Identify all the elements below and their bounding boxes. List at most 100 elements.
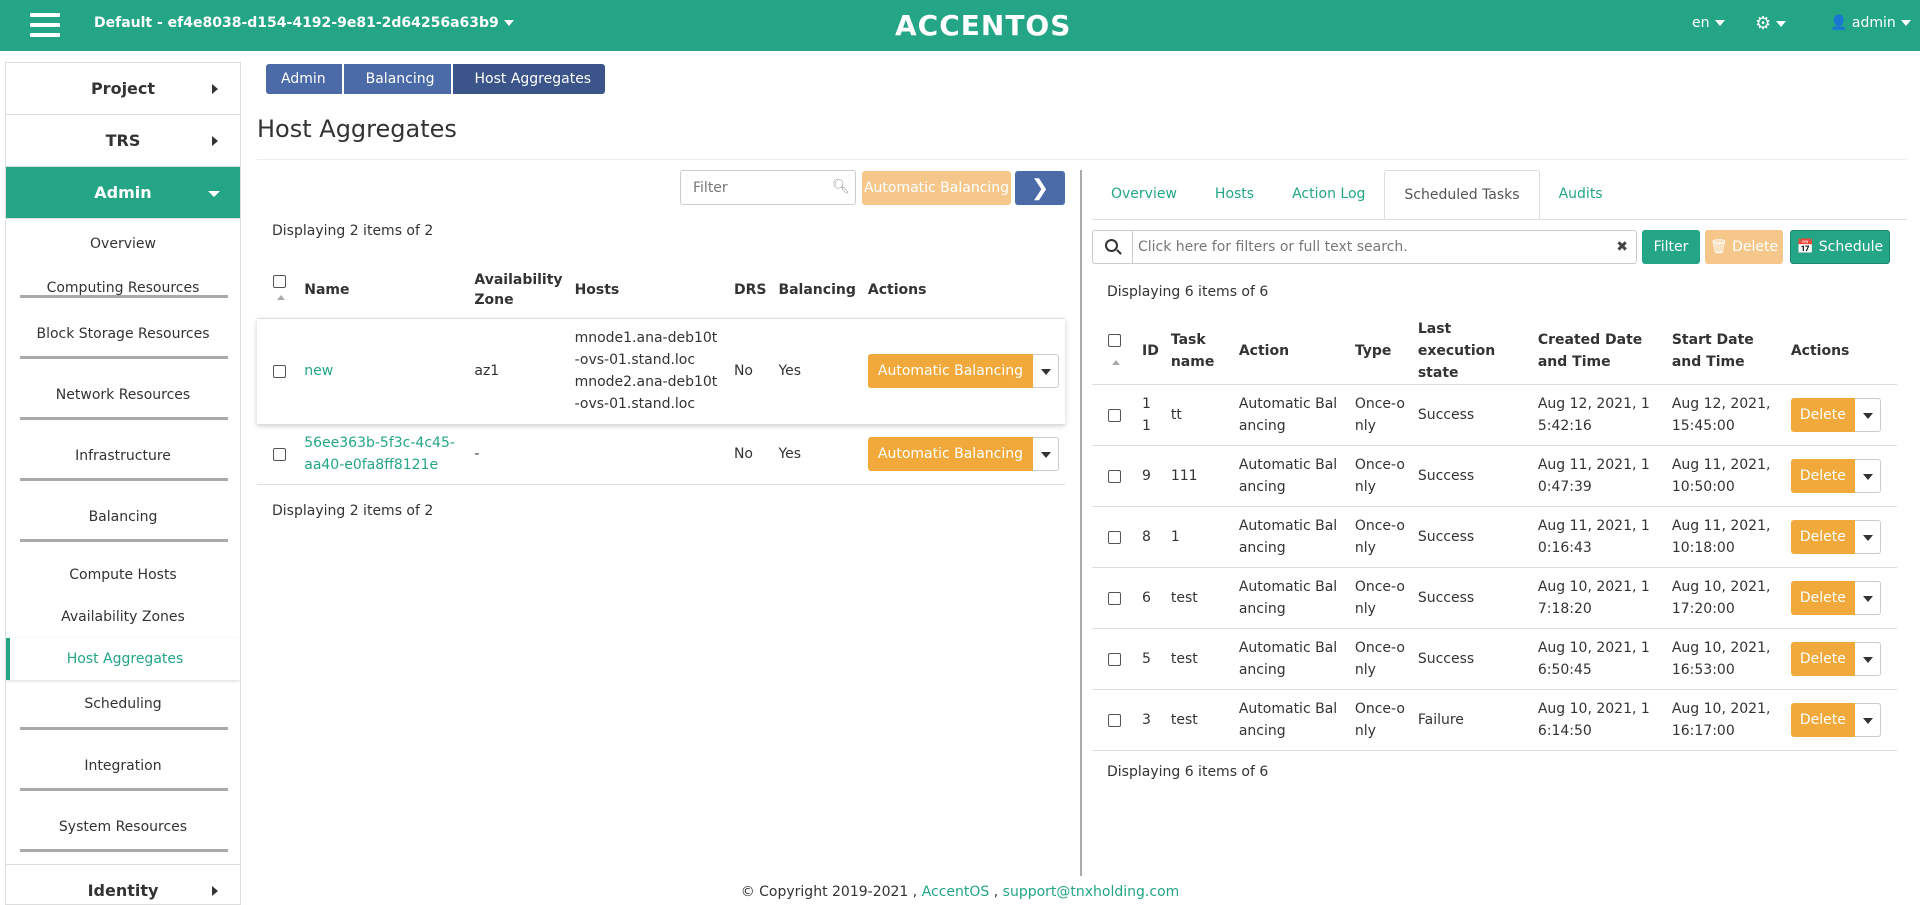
row-actions: Automatic Balancing <box>867 437 1059 471</box>
row-checkbox[interactable] <box>1108 530 1121 544</box>
chevron-down-icon <box>503 20 514 26</box>
sidebar: Project TRS Admin Overview Computing Res… <box>5 62 241 905</box>
row-checkbox[interactable] <box>1108 469 1121 483</box>
row-checkbox[interactable] <box>273 364 286 378</box>
hosts-cell <box>568 423 728 485</box>
sidebar-group-block-storage[interactable]: Block Storage Resources <box>6 300 240 361</box>
close-icon[interactable]: ✖ <box>1616 231 1628 263</box>
panel-divider[interactable] <box>1080 170 1082 876</box>
divider <box>1092 219 1907 220</box>
delete-button[interactable]: Delete <box>1790 642 1855 676</box>
column-header-name[interactable]: Name <box>298 262 468 318</box>
tab-scheduled-tasks[interactable]: Scheduled Tasks <box>1384 170 1540 220</box>
sidebar-item-label: Admin <box>94 183 152 202</box>
sidebar-group-integration[interactable]: Integration <box>6 732 240 793</box>
sidebar-item-label: Network Resources <box>55 387 191 403</box>
task-name-cell: test <box>1164 689 1233 751</box>
chevron-down-icon[interactable] <box>1033 437 1059 471</box>
automatic-balancing-button[interactable]: Automatic Balancing <box>867 354 1033 388</box>
host-entry: mnode2.ana-deb10t-ovs-01.stand.loc <box>574 374 718 412</box>
filter-input[interactable] <box>680 170 856 205</box>
type-cell: Once-only <box>1348 567 1412 629</box>
sidebar-item-trs[interactable]: TRS <box>6 115 240 167</box>
sidebar-group-system-resources[interactable]: System Resources <box>6 793 240 854</box>
tab-hosts[interactable]: Hosts <box>1196 170 1273 220</box>
sidebar-group-balancing[interactable]: Balancing <box>6 483 240 544</box>
az-cell: az1 <box>468 317 569 424</box>
schedule-button[interactable]: 📅 Schedule <box>1790 230 1890 264</box>
row-actions: Delete <box>1790 642 1881 676</box>
column-header-actions: Actions <box>867 281 927 298</box>
chevron-down-icon[interactable] <box>1854 581 1881 615</box>
row-checkbox[interactable] <box>1108 591 1121 605</box>
chevron-right-icon[interactable]: ❯ <box>1015 171 1065 205</box>
start-cell: Aug 10, 2021, 16:17:00 <box>1665 689 1785 751</box>
sidebar-item-admin[interactable]: Admin <box>6 167 240 219</box>
host-aggregates-table: Name Availability Zone Hosts DRS Balanci… <box>257 262 1065 485</box>
sidebar-item-project[interactable]: Project <box>6 63 240 115</box>
sidebar-group-infrastructure[interactable]: Infrastructure <box>6 422 240 483</box>
chevron-down-icon[interactable] <box>1854 398 1881 432</box>
chevron-down-icon[interactable] <box>1854 703 1881 737</box>
project-selector[interactable]: Default - ef4e8038-d154-4192-9e81-2d6425… <box>94 15 514 31</box>
delete-button[interactable]: Delete <box>1790 703 1855 737</box>
row-checkbox[interactable] <box>1108 652 1121 666</box>
row-checkbox[interactable] <box>1108 408 1121 422</box>
column-header-task-name[interactable]: Task name <box>1165 318 1233 385</box>
automatic-balancing-button[interactable]: Automatic Balancing <box>862 171 1011 205</box>
row-checkbox[interactable] <box>273 447 286 461</box>
sort-icon[interactable] <box>277 295 285 301</box>
column-header-start[interactable]: Start Date and Time <box>1666 318 1785 385</box>
delete-button[interactable]: Delete <box>1790 520 1855 554</box>
search-input[interactable]: Click here for filters or full text sear… <box>1092 230 1637 264</box>
search-icon: 🔍︎ <box>832 179 850 195</box>
chevron-down-icon[interactable] <box>1033 354 1059 388</box>
drs-cell: No <box>727 317 773 424</box>
delete-button[interactable]: Delete <box>1790 398 1855 432</box>
menu-icon[interactable] <box>30 13 60 37</box>
filter-button[interactable]: Filter <box>1642 230 1700 264</box>
chevron-down-icon[interactable] <box>1854 459 1881 493</box>
search-placeholder: Click here for filters or full text sear… <box>1138 239 1408 255</box>
user-menu[interactable]: 👤 admin <box>1830 15 1911 31</box>
sidebar-item-overview[interactable]: Overview <box>6 219 240 269</box>
aggregate-name-link[interactable]: 56ee363b-5f3c-4c45-aa40-e0fa8ff8121e <box>304 435 455 473</box>
sidebar-item-compute-hosts[interactable]: Compute Hosts <box>6 554 240 596</box>
sidebar-group-network[interactable]: Network Resources <box>6 361 240 422</box>
table-row: 8 1 Automatic Balancing Once-only Succes… <box>1092 506 1897 568</box>
row-actions: Delete <box>1790 520 1881 554</box>
host-entry: mnode1.ana-deb10t-ovs-01.stand.loc <box>574 330 718 368</box>
row-actions: Delete <box>1790 703 1881 737</box>
support-email-link[interactable]: support@tnxholding.com <box>1003 884 1180 900</box>
tab-overview[interactable]: Overview <box>1092 170 1196 220</box>
column-header-id[interactable]: ID <box>1136 318 1165 385</box>
delete-button[interactable]: Delete <box>1790 581 1855 615</box>
created-cell: Aug 11, 2021, 10:16:43 <box>1531 506 1666 568</box>
select-all-checkbox[interactable] <box>1108 333 1121 347</box>
tab-action-log[interactable]: Action Log <box>1273 170 1384 220</box>
breadcrumb-balancing[interactable]: Balancing <box>343 64 451 94</box>
sidebar-item-availability-zones[interactable]: Availability Zones <box>6 596 240 638</box>
tab-audits[interactable]: Audits <box>1540 170 1622 220</box>
automatic-balancing-button[interactable]: Automatic Balancing <box>867 437 1033 471</box>
delete-button[interactable]: 🗑 Delete <box>1705 230 1783 264</box>
action-cell: Automatic Balancing <box>1232 506 1349 568</box>
sidebar-item-host-aggregates[interactable]: Host Aggregates <box>6 638 240 680</box>
select-all-checkbox[interactable] <box>273 275 286 289</box>
column-header-az[interactable]: Availability Zone <box>468 262 568 318</box>
sidebar-group-scheduling[interactable]: Scheduling <box>6 680 240 732</box>
settings-menu[interactable]: ⚙ <box>1755 13 1787 34</box>
column-header-created[interactable]: Created Date and Time <box>1532 318 1666 385</box>
chevron-down-icon[interactable] <box>1854 520 1881 554</box>
brand-link[interactable]: AccentOS <box>922 884 990 900</box>
id-cell: 9 <box>1136 445 1165 507</box>
aggregate-name-link[interactable]: new <box>304 363 333 379</box>
breadcrumb-admin[interactable]: Admin <box>266 64 342 94</box>
table-row: 56ee363b-5f3c-4c45-aa40-e0fa8ff8121e - N… <box>257 423 1065 485</box>
row-checkbox[interactable] <box>1108 713 1121 727</box>
sort-icon[interactable] <box>1112 359 1120 365</box>
chevron-down-icon[interactable] <box>1854 642 1881 676</box>
start-cell: Aug 10, 2021, 16:53:00 <box>1665 628 1785 690</box>
delete-button[interactable]: Delete <box>1790 459 1855 493</box>
language-selector[interactable]: en <box>1692 15 1725 31</box>
